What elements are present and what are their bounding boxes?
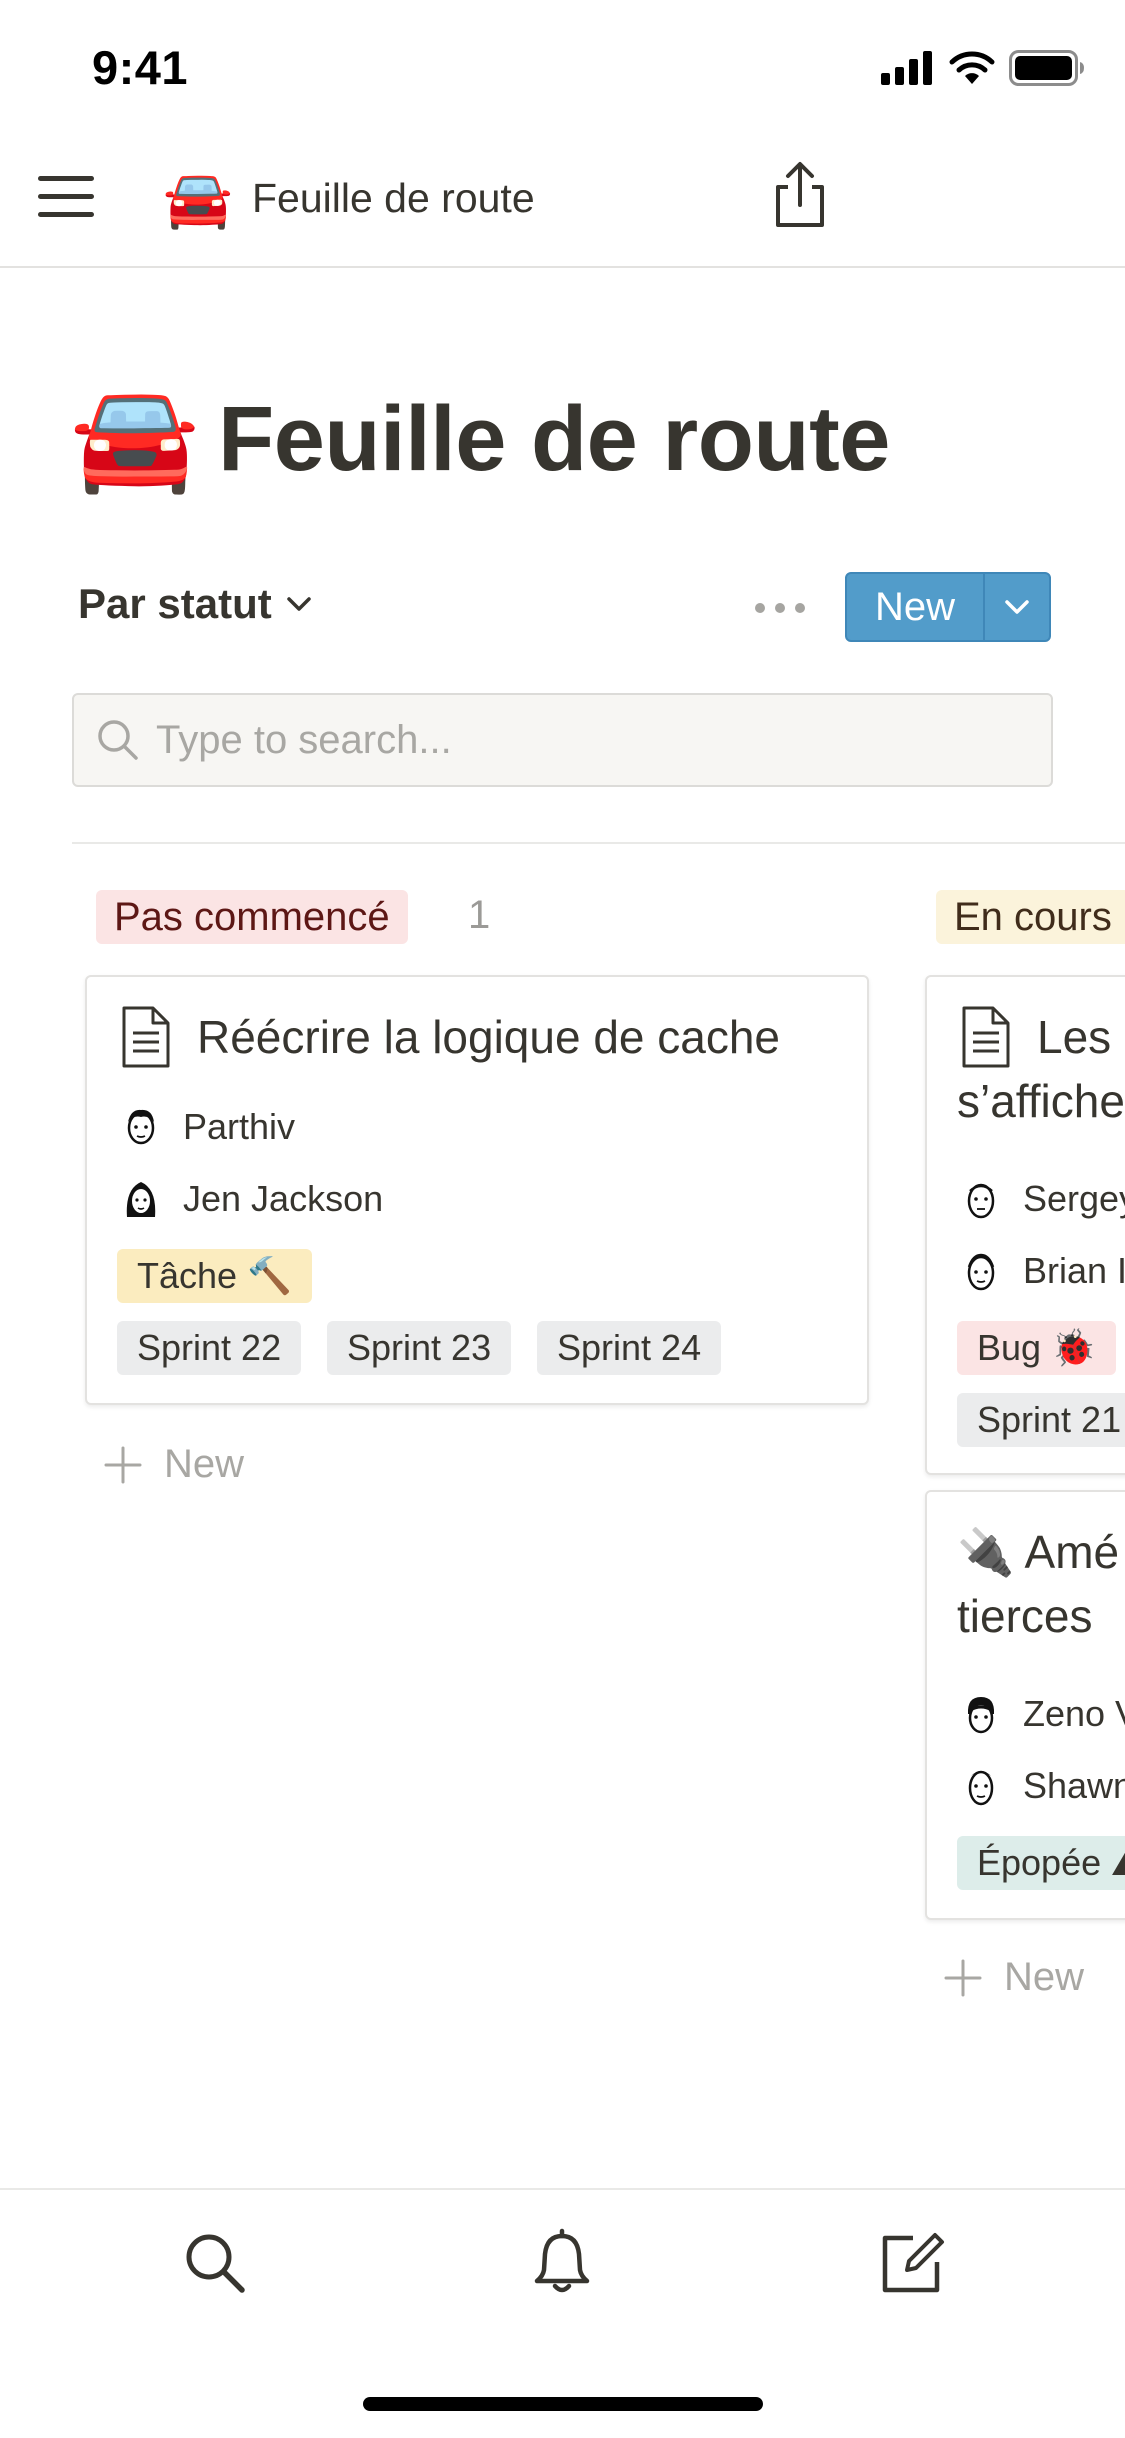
plus-icon	[104, 1446, 142, 1483]
chevron-down-icon	[1005, 600, 1029, 614]
wifi-icon	[949, 51, 995, 84]
status-icons	[881, 48, 1085, 88]
sprint-tag: Sprint 21	[957, 1393, 1125, 1447]
add-new-label: New	[164, 1442, 245, 1486]
person-tag: Parthiv	[121, 1105, 295, 1149]
group-count: 1	[468, 893, 491, 937]
add-new-card-button[interactable]: New	[944, 1955, 1084, 2000]
page-emoji[interactable]: 🚘	[70, 378, 200, 498]
battery-icon	[1009, 50, 1084, 86]
plus-icon	[944, 1959, 982, 1996]
board-card[interactable]: Réécrire la logique de cache Parthiv Jen…	[85, 975, 869, 1405]
more-options-icon[interactable]	[755, 590, 805, 626]
avatar-icon	[967, 1697, 995, 1734]
person-name: Parthiv	[183, 1106, 296, 1147]
page-title[interactable]: Feuille de route	[218, 384, 890, 494]
person-name: Brian I	[1023, 1250, 1125, 1291]
nav-page-emoji: 🚘	[163, 167, 233, 230]
group-label-not-started[interactable]: Pas commencé	[96, 890, 408, 944]
new-dropdown-button[interactable]	[985, 574, 1049, 640]
page-icon	[122, 1006, 170, 1068]
sprint-tag: Sprint 23	[327, 1321, 512, 1375]
signal-icon	[881, 51, 932, 85]
avatar-icon	[127, 1109, 155, 1145]
view-selector-label: Par statut	[78, 580, 272, 627]
avatar-icon	[967, 1183, 995, 1219]
card-title-line: tierces	[957, 1590, 1093, 1642]
group-label-in-progress[interactable]: En cours	[936, 890, 1125, 944]
person-tag: Zeno V	[961, 1692, 1125, 1736]
page-icon	[962, 1006, 1010, 1068]
person-tag: Sergey	[961, 1177, 1125, 1221]
sprint-tag: Sprint 22	[117, 1321, 302, 1375]
card-title-line: Les	[1037, 1011, 1112, 1063]
search-input[interactable]	[154, 716, 1008, 764]
compose-icon[interactable]	[877, 2228, 947, 2298]
type-tag: Bug 🐞	[957, 1321, 1116, 1375]
person-name: Shawn	[1023, 1765, 1125, 1806]
add-new-label: New	[1004, 1955, 1085, 1999]
board-divider	[72, 842, 1125, 844]
type-tag: Tâche 🔨	[117, 1249, 312, 1303]
person-tag: Brian I	[961, 1249, 1125, 1293]
new-button[interactable]: New	[847, 574, 985, 640]
hamburger-icon[interactable]	[38, 172, 94, 222]
sprint-tag: Sprint 24	[537, 1321, 722, 1375]
card-title-line: 🔌 Amé	[957, 1526, 1120, 1578]
avatar-icon	[126, 1182, 156, 1217]
add-new-card-button[interactable]: New	[104, 1442, 244, 1487]
new-button-group: New	[845, 572, 1051, 642]
bell-icon[interactable]	[527, 2228, 597, 2298]
person-tag: Jen Jackson	[121, 1177, 383, 1221]
status-time: 9:41	[92, 41, 189, 94]
person-name: Jen Jackson	[183, 1178, 384, 1219]
view-selector[interactable]: Par statut	[78, 580, 312, 628]
type-tag: Épopée ⛰	[957, 1836, 1125, 1890]
board-card[interactable]: Les s’affiche Sergey Brian I Bug 🐞 Sprin…	[925, 975, 1125, 1475]
card-title-line: s’affiche	[957, 1075, 1125, 1127]
chevron-down-icon	[286, 597, 311, 611]
person-tag: Shawn	[961, 1764, 1125, 1808]
nav-page-title[interactable]: Feuille de route	[252, 174, 535, 222]
share-icon[interactable]	[770, 161, 830, 229]
person-name: Sergey	[1023, 1178, 1125, 1219]
person-name: Zeno V	[1023, 1693, 1125, 1734]
card-title: Réécrire la logique de cache	[197, 1011, 781, 1063]
home-indicator	[363, 2397, 763, 2411]
board-card[interactable]: 🔌 Amé tierces Zeno V Shawn Épopée ⛰	[925, 1490, 1125, 1920]
avatar-icon	[968, 1770, 994, 1806]
avatar-icon	[967, 1253, 995, 1291]
search-icon	[98, 720, 138, 760]
search-box	[72, 693, 1053, 787]
search-icon[interactable]	[180, 2228, 250, 2298]
